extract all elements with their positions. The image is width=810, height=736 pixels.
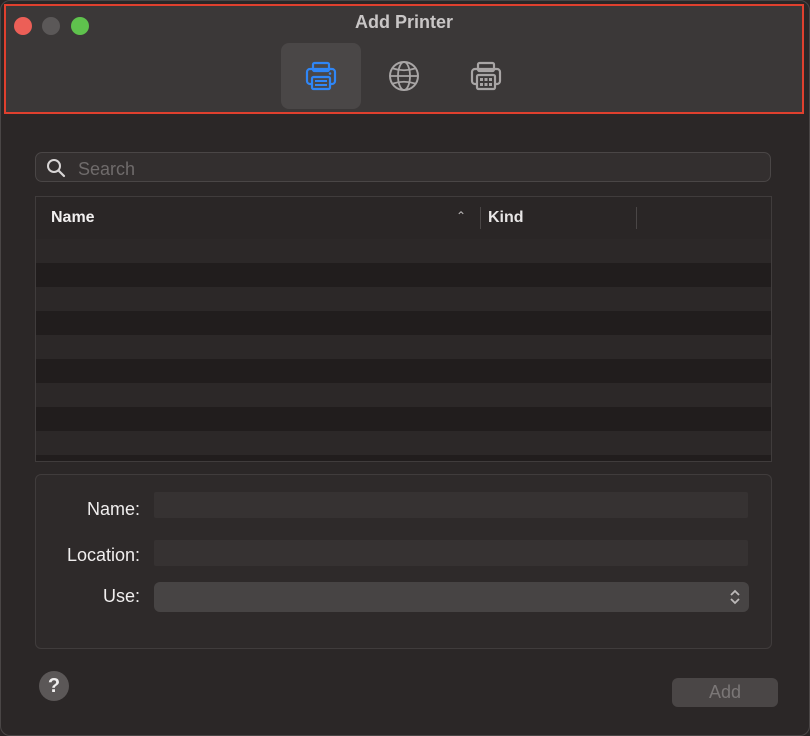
help-button[interactable]: ? — [39, 671, 69, 701]
location-field[interactable] — [154, 540, 748, 566]
windows-printer-tab[interactable] — [446, 43, 526, 109]
table-row — [36, 455, 771, 461]
search-field[interactable] — [35, 152, 771, 182]
table-row — [36, 383, 771, 407]
chevron-up-down-icon — [730, 589, 740, 605]
table-row — [36, 335, 771, 359]
table-row — [36, 287, 771, 311]
printer-details-form: Name: Location: Use: — [35, 474, 772, 649]
use-popup-button[interactable] — [154, 582, 749, 612]
table-row — [36, 239, 771, 263]
window-title: Add Printer — [354, 12, 453, 32]
ip-printer-tab[interactable] — [364, 43, 444, 109]
column-header-name[interactable]: Name — [51, 209, 95, 227]
table-row — [36, 311, 771, 335]
title-bar: Add Printer — [4, 4, 804, 114]
name-field[interactable] — [154, 492, 748, 518]
printer-grid-icon — [470, 61, 502, 91]
local-printer-tab[interactable] — [281, 43, 361, 109]
sort-ascending-icon: ⌃ — [456, 209, 467, 223]
globe-icon — [389, 61, 419, 91]
column-header-kind[interactable]: Kind — [488, 209, 524, 227]
add-button[interactable]: Add — [672, 678, 778, 707]
location-label: Location: — [66, 545, 140, 565]
printer-icon — [305, 61, 337, 91]
table-row — [36, 431, 771, 455]
table-row — [36, 359, 771, 383]
column-divider[interactable] — [480, 207, 481, 229]
column-divider[interactable] — [636, 207, 637, 229]
add-printer-window: Add Printer Search Name ⌃ Kind Name: Loc… — [0, 0, 810, 736]
name-label: Name: — [86, 499, 140, 519]
table-row — [36, 263, 771, 287]
search-input[interactable] — [76, 156, 760, 182]
table-header: Name ⌃ Kind — [36, 197, 771, 240]
printer-list-table[interactable]: Name ⌃ Kind — [35, 196, 772, 462]
table-row — [36, 407, 771, 431]
search-icon — [47, 159, 66, 178]
use-label: Use: — [102, 586, 140, 606]
